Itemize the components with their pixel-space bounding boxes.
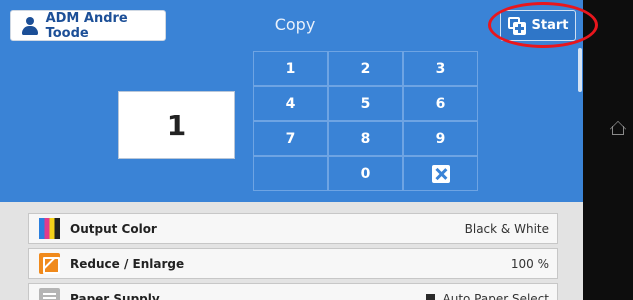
start-copy-icon — [507, 16, 526, 35]
app-header: ADM Andre Toode Copy Start — [0, 0, 583, 50]
numeric-keypad: 1 2 3 4 5 6 7 8 9 0 — [253, 51, 479, 191]
reduce-enlarge-row[interactable]: Reduce / Enlarge 100 % — [28, 248, 558, 279]
paper-supply-value: Auto Paper Select — [442, 291, 550, 300]
key-blank — [253, 156, 328, 191]
clear-icon — [431, 164, 450, 183]
copy-quantity-display[interactable]: 1 — [118, 91, 235, 159]
user-account-button[interactable]: ADM Andre Toode — [10, 10, 166, 41]
key-0[interactable]: 0 — [328, 156, 403, 191]
paper-supply-icon — [39, 288, 60, 300]
key-4[interactable]: 4 — [253, 86, 328, 121]
output-color-icon — [39, 218, 60, 239]
key-5[interactable]: 5 — [328, 86, 403, 121]
home-icon[interactable] — [609, 118, 627, 138]
reduce-enlarge-value: 100 % — [510, 256, 549, 271]
clear-button[interactable] — [403, 156, 478, 191]
key-8[interactable]: 8 — [328, 121, 403, 156]
settings-list: Output Color Black & White Reduce / Enla… — [0, 202, 583, 300]
start-button[interactable]: Start — [500, 10, 576, 41]
start-button-label: Start — [531, 18, 569, 33]
paper-supply-label: Paper Supply — [70, 291, 160, 300]
copy-app-panel: ADM Andre Toode Copy Start 1 1 2 3 4 5 6… — [0, 0, 583, 300]
user-name-label: ADM Andre Toode — [45, 10, 128, 41]
paper-tray-icon — [425, 294, 435, 300]
reduce-enlarge-label: Reduce / Enlarge — [70, 256, 185, 271]
key-3[interactable]: 3 — [403, 51, 478, 86]
key-1[interactable]: 1 — [253, 51, 328, 86]
key-2[interactable]: 2 — [328, 51, 403, 86]
reduce-enlarge-icon — [39, 253, 60, 274]
key-6[interactable]: 6 — [403, 86, 478, 121]
output-color-label: Output Color — [70, 221, 157, 236]
key-7[interactable]: 7 — [253, 121, 328, 156]
page-title: Copy — [274, 15, 316, 34]
output-color-row[interactable]: Output Color Black & White — [28, 213, 558, 244]
paper-supply-row[interactable]: Paper Supply Auto Paper Select — [28, 283, 558, 300]
scrollbar[interactable] — [578, 48, 582, 92]
user-icon — [21, 16, 38, 35]
key-9[interactable]: 9 — [403, 121, 478, 156]
output-color-value: Black & White — [464, 221, 549, 236]
